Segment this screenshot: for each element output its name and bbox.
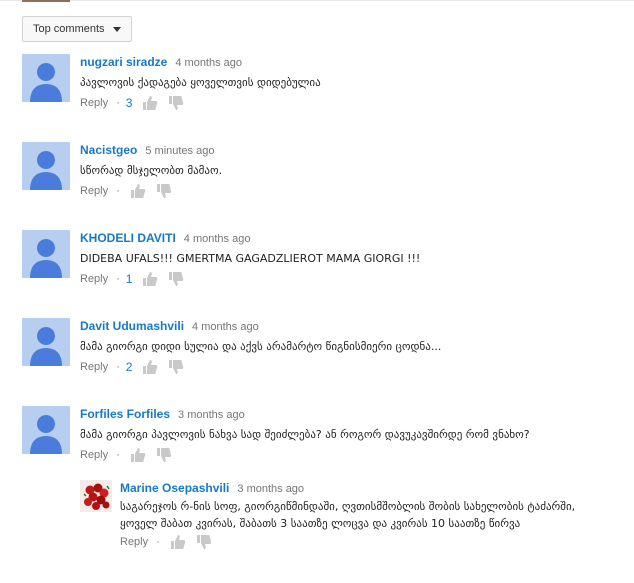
comment-text: მამა გიორგი პავლოვის ნახვა სად შეიძლება?… <box>80 428 530 441</box>
thumbs-down-icon[interactable] <box>156 183 172 199</box>
thumbs-up-icon[interactable] <box>142 95 158 111</box>
separator-dot: · <box>116 273 120 285</box>
like-count: 2 <box>125 360 133 374</box>
reply-button[interactable]: Reply <box>80 449 108 461</box>
separator-dot: · <box>156 536 160 548</box>
comment-author[interactable]: nugzari siradze <box>80 55 167 69</box>
separator-dot: · <box>116 449 120 461</box>
comment-time[interactable]: 3 months ago <box>237 483 304 495</box>
comment-text-line: ყოველ შაბათ კვირას, შაბათს 3 საათზე ლოცვ… <box>120 517 521 530</box>
like-count: 3 <box>125 96 133 110</box>
thumbs-down-icon[interactable] <box>196 534 212 550</box>
comment-text-line: საგარეჯოს რ-ნის სოფ, გიორგიწმინდაში, ღვთ… <box>120 500 576 513</box>
comment-author[interactable]: KHODELI DAVITI <box>80 231 176 245</box>
default-avatar-icon <box>30 151 62 190</box>
thumbs-down-icon[interactable] <box>168 271 184 287</box>
reply-button[interactable]: Reply <box>120 536 148 548</box>
top-divider <box>0 0 634 1</box>
like-count: 1 <box>125 272 133 286</box>
comment-time[interactable]: 4 months ago <box>175 57 242 69</box>
comment-text: მამა გიორგი დიდი სულია და აქვს არამარტო … <box>80 340 442 353</box>
comment-time[interactable]: 4 months ago <box>184 233 251 245</box>
thumbs-down-icon[interactable] <box>168 359 184 375</box>
roses-avatar-icon <box>80 480 112 512</box>
comment-author[interactable]: Marine Osepashvili <box>120 481 229 495</box>
avatar[interactable] <box>80 480 112 512</box>
video-thumbnail-edge <box>22 0 70 2</box>
comment-time[interactable]: 4 months ago <box>192 321 259 333</box>
comment-text: DIDEBA UFALS!!! GMERTMA GAGADZLIEROT MAM… <box>80 252 421 265</box>
comment-text: სწორად მსჯელობთ მამაო. <box>80 164 223 177</box>
thumbs-down-icon[interactable] <box>168 95 184 111</box>
default-avatar-icon <box>30 63 62 102</box>
default-avatar-icon <box>30 239 62 278</box>
comment-author[interactable]: Davit Udumashvili <box>80 319 184 333</box>
sort-label: Top comments <box>33 23 105 35</box>
thumbs-up-icon[interactable] <box>170 534 186 550</box>
comment-text: პავლოვის ქადაგება ყოველთვის დიდებულია <box>80 76 321 89</box>
thumbs-up-icon[interactable] <box>142 271 158 287</box>
thumbs-up-icon[interactable] <box>142 359 158 375</box>
thumbs-up-icon[interactable] <box>130 183 146 199</box>
reply-button[interactable]: Reply <box>80 97 108 109</box>
comment-time[interactable]: 5 minutes ago <box>145 145 214 157</box>
comment-author[interactable]: Nacistgeo <box>80 143 137 157</box>
thumbs-up-icon[interactable] <box>130 447 146 463</box>
separator-dot: · <box>116 185 120 197</box>
chevron-down-icon <box>112 26 121 32</box>
reply-button[interactable]: Reply <box>80 361 108 373</box>
comment-time[interactable]: 3 months ago <box>178 409 245 421</box>
reply-button[interactable]: Reply <box>80 185 108 197</box>
default-avatar-icon <box>30 327 62 366</box>
comment-author[interactable]: Forfiles Forfiles <box>80 407 170 421</box>
avatar[interactable] <box>22 318 70 366</box>
sort-comments-button[interactable]: Top comments <box>22 16 132 42</box>
default-avatar-icon <box>30 415 62 454</box>
separator-dot: · <box>116 361 120 373</box>
reply-button[interactable]: Reply <box>80 273 108 285</box>
separator-dot: · <box>116 97 120 109</box>
avatar[interactable] <box>22 142 70 190</box>
avatar[interactable] <box>22 406 70 454</box>
avatar[interactable] <box>22 230 70 278</box>
thumbs-down-icon[interactable] <box>156 447 172 463</box>
avatar[interactable] <box>22 54 70 102</box>
